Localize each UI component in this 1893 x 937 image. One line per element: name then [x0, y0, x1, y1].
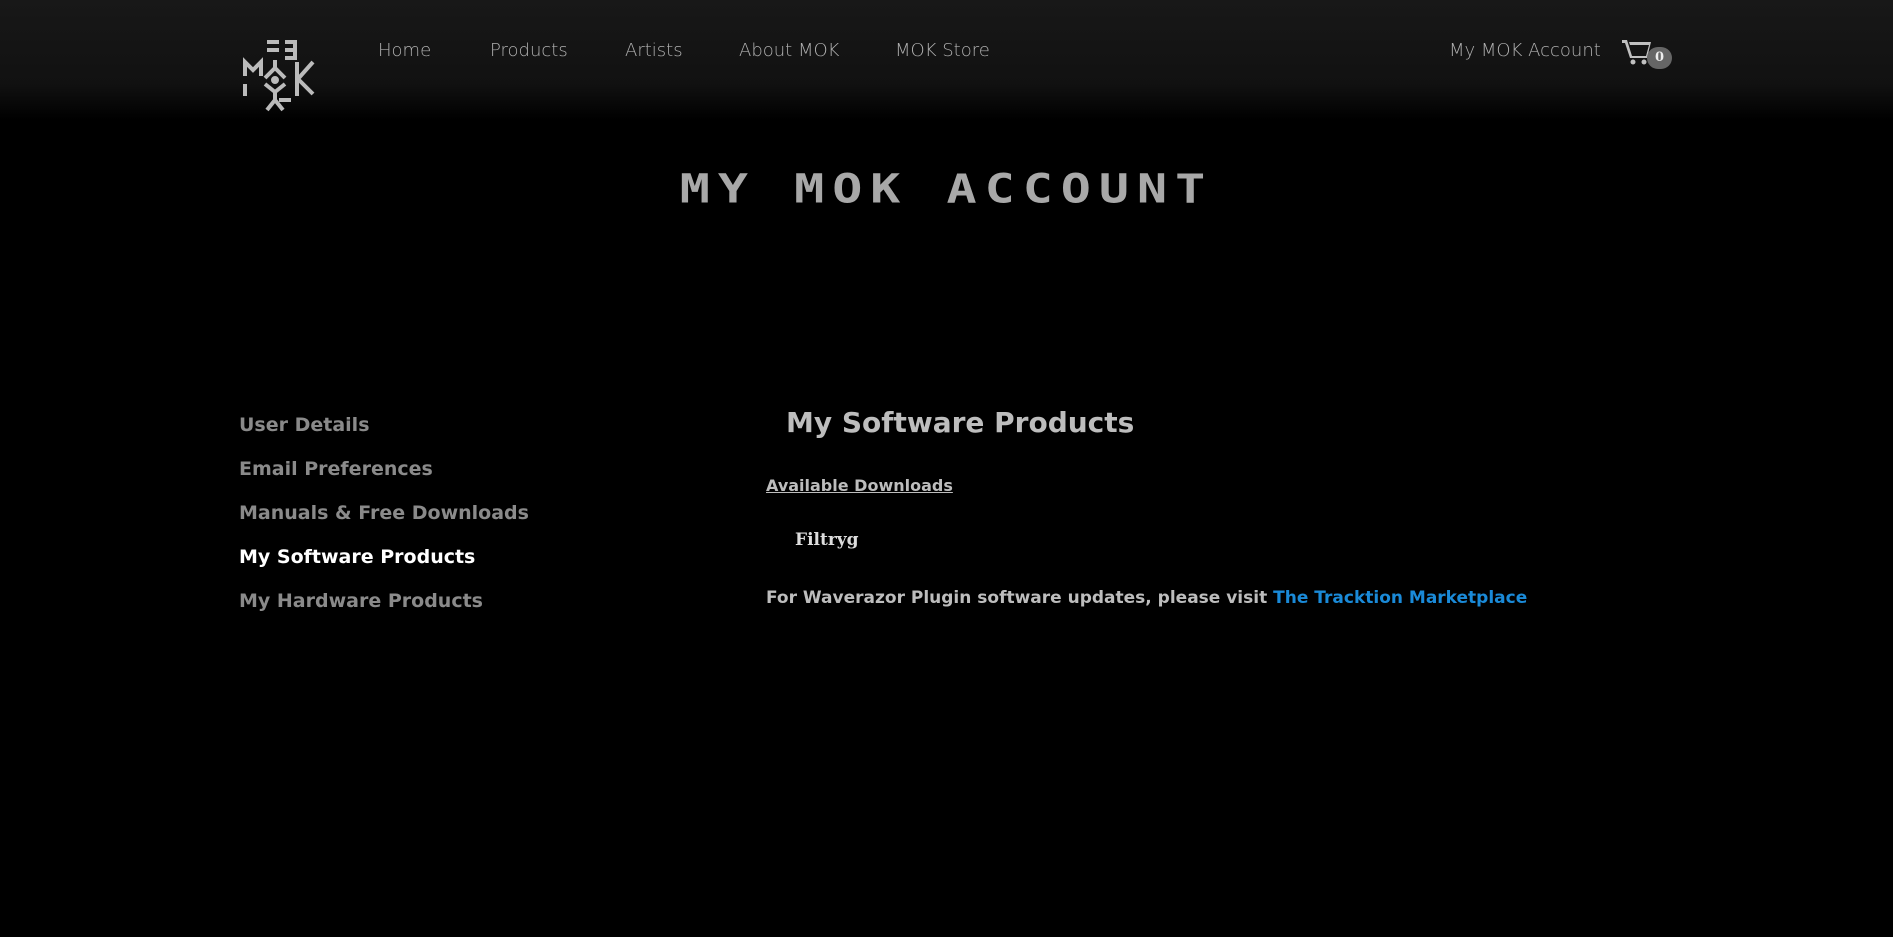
nav-products[interactable]: Products	[490, 40, 568, 61]
nav-account[interactable]: My MOK Account	[1449, 40, 1601, 61]
page-title: My MOK Account	[679, 165, 1214, 213]
nav-about[interactable]: About MOK	[739, 40, 839, 61]
nav-store[interactable]: MOK Store	[895, 40, 990, 61]
nav-artists[interactable]: Artists	[625, 40, 683, 61]
sidebar-item-manuals[interactable]: Manuals & Free Downloads	[239, 502, 529, 524]
update-note: For Waverazor Plugin software updates, p…	[766, 588, 1527, 608]
sidebar-item-software-products[interactable]: My Software Products	[239, 546, 475, 568]
available-downloads-link[interactable]: Available Downloads	[766, 476, 953, 495]
product-name: Filtryg	[795, 530, 859, 550]
sidebar-item-hardware-products[interactable]: My Hardware Products	[239, 590, 483, 612]
update-note-text: For Waverazor Plugin software updates, p…	[766, 588, 1274, 608]
site-header: Home Products Artists About MOK MOK Stor…	[0, 0, 1893, 120]
nav-home[interactable]: Home	[378, 40, 431, 61]
sidebar-item-email-preferences[interactable]: Email Preferences	[239, 458, 433, 480]
cart-count-badge: 0	[1647, 47, 1672, 69]
mok-logo[interactable]	[241, 38, 317, 114]
sidebar-item-user-details[interactable]: User Details	[239, 414, 370, 436]
section-heading: My Software Products	[786, 406, 1135, 439]
tracktion-marketplace-link[interactable]: The Tracktion Marketplace	[1273, 588, 1527, 608]
